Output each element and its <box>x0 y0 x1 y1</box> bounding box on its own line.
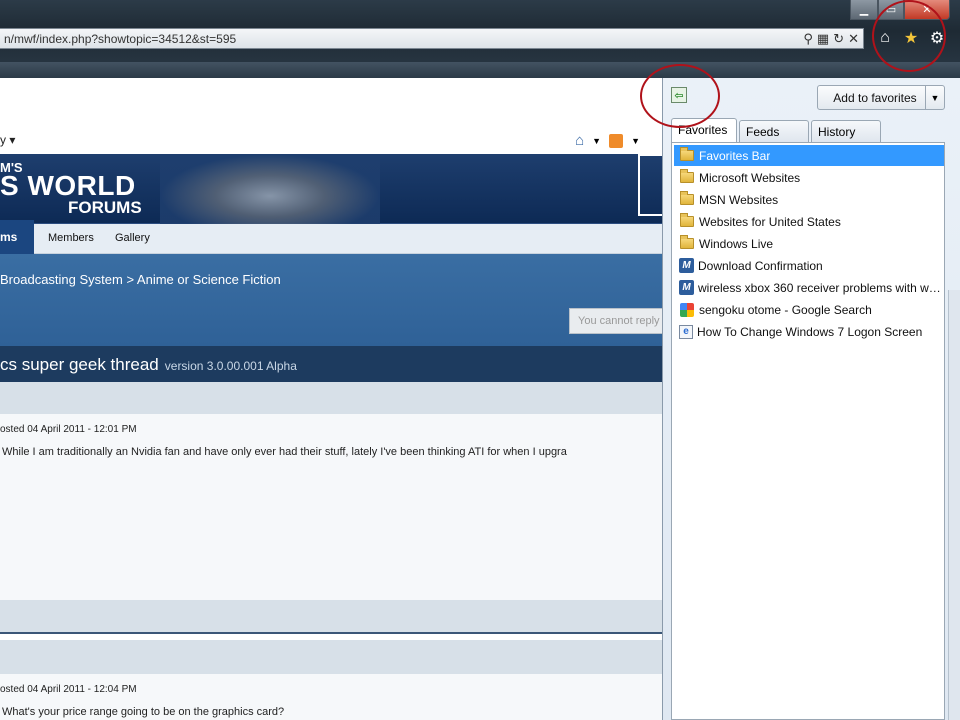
favorite-label: Microsoft Websites <box>699 170 801 185</box>
nav-right-icons: ⌂ ▼ ▼ <box>575 132 640 149</box>
favorite-label: Websites for United States <box>699 214 841 229</box>
topic-version: version 3.0.00.001 Alpha <box>164 359 297 373</box>
google-icon <box>680 302 694 317</box>
search-icon[interactable]: ⚲ <box>803 31 813 47</box>
browser-chrome: ▁ ▭ ✕ n/mwf/index.php?showtopic=34512&st… <box>0 0 960 78</box>
refresh-icon[interactable]: ↻ <box>833 31 844 47</box>
house-icon[interactable]: ⌂ <box>575 132 584 149</box>
add-favorites-dropdown[interactable]: ▼ <box>925 85 945 110</box>
folder-icon <box>680 147 694 161</box>
folder-icon <box>680 235 694 249</box>
topic-title: cs super geek thread <box>0 355 159 374</box>
favorites-tabs: Favorites Feeds History <box>671 118 881 142</box>
forum-banner: M'S S WORLD FORUMS <box>0 154 662 224</box>
folder-icon <box>680 169 694 183</box>
post: osted 04 April 2011 - 12:04 PM What's yo… <box>0 674 662 720</box>
chevron-down-icon[interactable]: ▼ <box>592 136 601 146</box>
cannot-reply-button: You cannot reply <box>569 308 662 334</box>
favorite-label: wireless xbox 360 receiver problems with… <box>698 280 942 295</box>
web-page: y ▾ ⌂ ▼ ▼ M'S S WORLD FORUMS ms Members … <box>0 78 662 720</box>
compat-icon[interactable]: ▦ <box>817 31 829 47</box>
banner-frame <box>638 154 662 216</box>
breadcrumb-band: Broadcasting System > Anime or Science F… <box>0 254 662 346</box>
page-top: y ▾ ⌂ ▼ ▼ <box>0 78 662 154</box>
list-item[interactable]: M wireless xbox 360 receiver problems wi… <box>674 277 944 298</box>
nav-dropdown[interactable]: y ▾ <box>0 133 15 147</box>
add-to-favorites-button[interactable]: Add to favorites <box>817 85 933 110</box>
post-body: What's your price range going to be on t… <box>2 706 285 718</box>
favorite-label: How To Change Windows 7 Logon Screen <box>697 324 923 339</box>
folder-icon <box>680 213 694 227</box>
scrollbar[interactable] <box>948 290 960 720</box>
annotation-circle <box>640 64 720 128</box>
topic-title-bar: cs super geek thread version 3.0.00.001 A… <box>0 346 662 382</box>
tab-members[interactable]: Members <box>48 232 94 244</box>
address-url[interactable]: n/mwf/index.php?showtopic=34512&st=595 <box>4 32 236 46</box>
favorite-label: sengoku otome - Google Search <box>699 302 872 317</box>
address-bar[interactable]: n/mwf/index.php?showtopic=34512&st=595 ⚲… <box>0 28 864 49</box>
stop-icon[interactable]: ✕ <box>848 31 859 47</box>
post-header <box>0 640 662 674</box>
post-body: While I am traditionally an Nvidia fan a… <box>2 446 567 458</box>
post-date: osted 04 April 2011 - 12:01 PM <box>0 424 137 435</box>
favorite-label: Windows Live <box>699 236 774 251</box>
list-item[interactable]: Windows Live <box>674 233 944 254</box>
ie-page-icon: e <box>679 324 693 339</box>
list-item[interactable]: Microsoft Websites <box>674 167 944 188</box>
rss-icon[interactable] <box>609 133 624 148</box>
nav-line: y ▾ ⌂ ▼ ▼ <box>0 128 662 156</box>
list-item[interactable]: e How To Change Windows 7 Logon Screen <box>674 321 944 342</box>
favorite-label: Favorites Bar <box>699 148 771 163</box>
list-item[interactable]: M Download Confirmation <box>674 255 944 276</box>
msn-icon: M <box>679 280 694 295</box>
breadcrumb[interactable]: Broadcasting System > Anime or Science F… <box>0 272 281 287</box>
tab-feeds[interactable]: Feeds <box>739 120 809 142</box>
post-header <box>0 382 662 414</box>
minimize-button[interactable]: ▁ <box>850 0 878 20</box>
tab-forums[interactable]: ms <box>0 220 34 254</box>
annotation-circle <box>872 0 946 72</box>
favorites-center: ⇦ Add to favorites ▼ Favorites Feeds His… <box>662 78 960 720</box>
chevron-down-icon[interactable]: ▼ <box>631 136 640 146</box>
post: osted 04 April 2011 - 12:01 PM While I a… <box>0 414 662 600</box>
favorite-label: MSN Websites <box>699 192 779 207</box>
post-separator <box>0 632 662 634</box>
msn-icon: M <box>679 258 694 273</box>
tab-history[interactable]: History <box>811 120 881 142</box>
folder-icon <box>680 191 694 205</box>
list-item[interactable]: Websites for United States <box>674 211 944 232</box>
tab-gallery[interactable]: Gallery <box>115 232 150 244</box>
favorite-label: Download Confirmation <box>698 258 823 273</box>
forum-tabs: ms Members Gallery <box>0 220 662 254</box>
banner-subtitle: FORUMS <box>68 198 142 217</box>
post-footer <box>0 600 662 632</box>
list-item[interactable]: Favorites Bar <box>674 145 944 166</box>
list-item[interactable]: sengoku otome - Google Search <box>674 299 944 320</box>
robot-artwork <box>160 154 380 224</box>
post-date: osted 04 April 2011 - 12:04 PM <box>0 684 137 695</box>
list-item[interactable]: MSN Websites <box>674 189 944 210</box>
favorites-list: Favorites Bar Microsoft Websites MSN Web… <box>671 142 945 720</box>
